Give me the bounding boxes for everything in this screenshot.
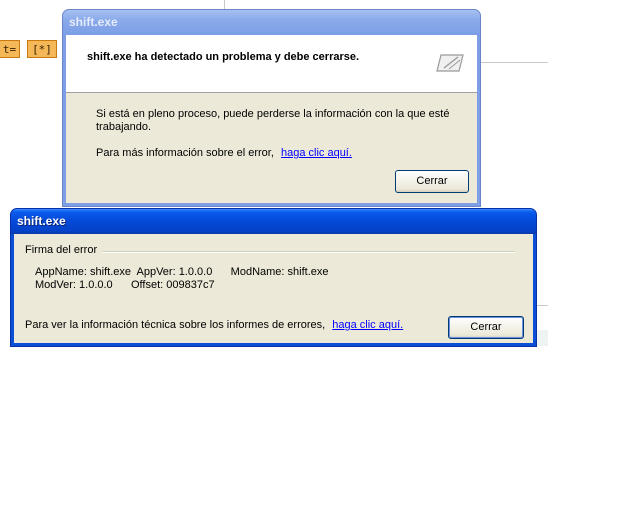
tech-info-line: Para ver la información técnica sobre lo… (25, 319, 403, 331)
more-info-link[interactable]: haga clic aquí. (281, 147, 352, 159)
title-bar[interactable]: shift.exe (11, 209, 536, 234)
error-heading: shift.exe ha detectado un problema y deb… (87, 51, 360, 63)
bg-toolbar-button[interactable]: t= (0, 40, 20, 58)
dialog-body: shift.exe ha detectado un problema y deb… (66, 35, 477, 203)
dialog-header: shift.exe ha detectado un problema y deb… (66, 35, 477, 93)
more-info-text: Para más información sobre el error, (96, 147, 274, 159)
window-title: shift.exe (17, 214, 66, 228)
more-info-line: Para más información sobre el error, hag… (96, 147, 352, 159)
dialog-body: Firma del error AppName: shift.exe AppVe… (14, 234, 533, 343)
error-signature-label: Firma del error (25, 244, 98, 256)
error-report-icon (436, 54, 464, 72)
window-title: shift.exe (69, 15, 118, 29)
signature-line-2: ModVer: 1.0.0.0 Offset: 009837c7 (35, 279, 215, 291)
tech-info-text: Para ver la información técnica sobre lo… (25, 319, 326, 331)
error-signature-dialog: shift.exe Firma del error AppName: shift… (10, 208, 537, 347)
bg-fragment (536, 330, 548, 346)
close-button[interactable]: Cerrar (395, 170, 469, 193)
error-dialog-main: shift.exe shift.exe ha detectado un prob… (62, 9, 481, 207)
data-loss-message: Si está en pleno proceso, puede perderse… (96, 108, 450, 133)
bg-rule (536, 305, 548, 306)
bg-rule (480, 62, 548, 63)
group-divider (102, 251, 515, 253)
signature-line-1: AppName: shift.exe AppVer: 1.0.0.0 ModNa… (35, 266, 329, 278)
title-bar[interactable]: shift.exe (63, 10, 480, 35)
close-button[interactable]: Cerrar (448, 316, 524, 339)
bg-toolbar-button[interactable]: [*] (27, 40, 57, 58)
tech-info-link[interactable]: haga clic aquí. (332, 319, 403, 331)
